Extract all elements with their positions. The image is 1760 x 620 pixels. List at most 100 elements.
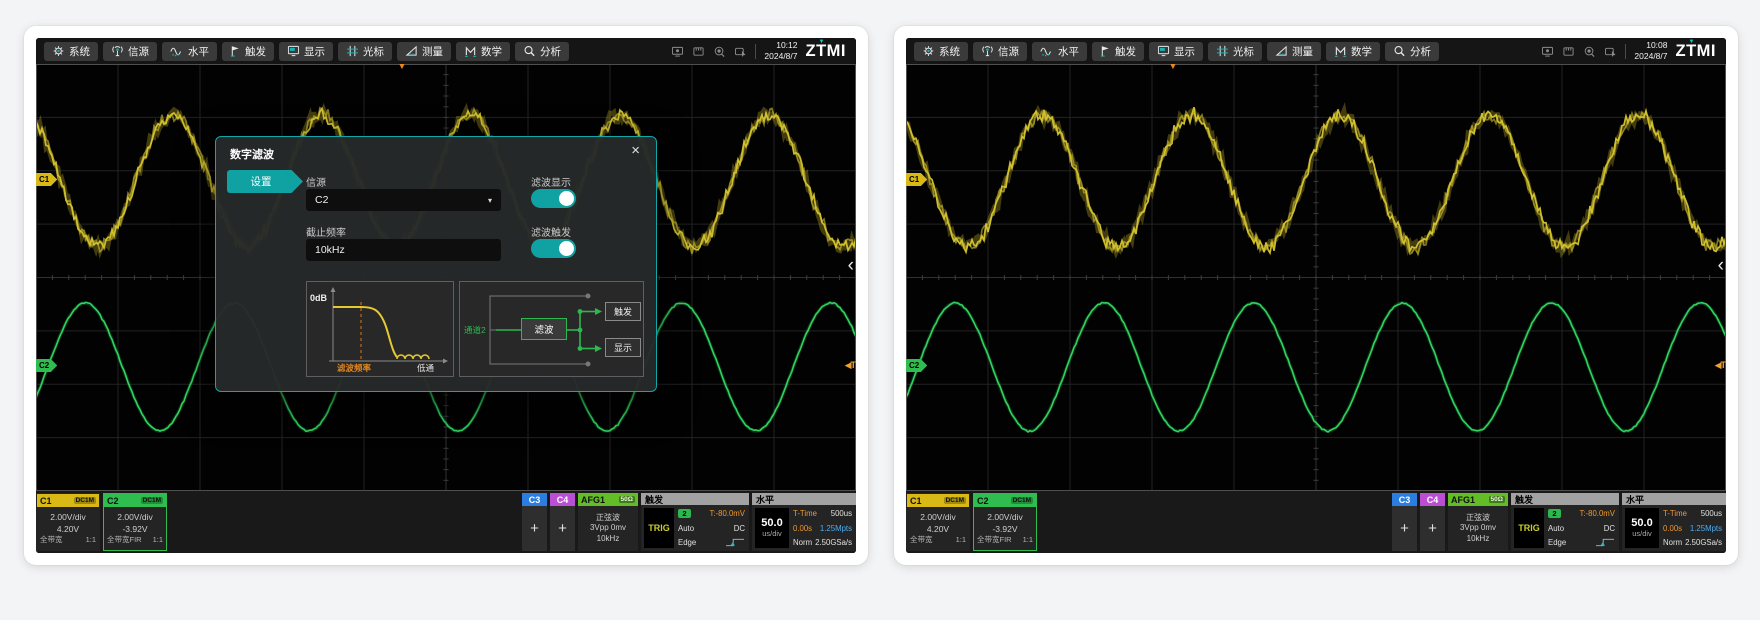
channel-c2-info[interactable]: C2DC1M 2.00V/div -3.92V 全带宽FIR1:1 bbox=[973, 493, 1037, 551]
horizontal-section[interactable]: 水平 50.0 us/div T-Time500us 0.00s1.25Mpts… bbox=[752, 493, 856, 551]
menu-measure-button[interactable]: 测量 bbox=[397, 42, 451, 61]
screen-mirror-icon[interactable] bbox=[671, 46, 684, 57]
divider bbox=[1625, 44, 1626, 59]
c2-name: C2 bbox=[107, 496, 119, 506]
menu-trigger-button[interactable]: 触发 bbox=[222, 42, 274, 61]
magnifier-icon bbox=[523, 45, 536, 57]
menu-measure-button[interactable]: 测量 bbox=[1267, 42, 1321, 61]
menu-horizontal-button[interactable]: 水平 bbox=[162, 42, 217, 61]
afg-waveform: 正弦波 bbox=[596, 513, 620, 523]
trigger-level-marker[interactable]: ◀T bbox=[1715, 360, 1725, 371]
cutoff-input[interactable]: 10kHz bbox=[306, 239, 501, 261]
top-menu-bar: 系统 信源 水平 触发 显示 光标 测量 数学 分析 10:08 2024 bbox=[906, 38, 1726, 64]
c4-name: C4 bbox=[550, 493, 575, 506]
menu-analysis-button[interactable]: 分析 bbox=[515, 42, 569, 61]
c2-scale: 2.00V/div bbox=[987, 512, 1022, 523]
trigger-level-marker[interactable]: ◀T bbox=[845, 360, 855, 371]
ttime-label: T-Time bbox=[1663, 509, 1687, 518]
channel-c4-add[interactable]: C4+ bbox=[1420, 493, 1445, 551]
flow-trigger-button[interactable]: 触发 bbox=[605, 302, 641, 321]
flow-display-button[interactable]: 显示 bbox=[605, 338, 641, 357]
afg1-info[interactable]: AFG150Ω 正弦波 3Vpp 0mv 10kHz bbox=[578, 493, 638, 551]
menu-analysis-button[interactable]: 分析 bbox=[1385, 42, 1439, 61]
cutoff-value: 10kHz bbox=[315, 244, 345, 256]
channel-c1-info[interactable]: C1DC1M 2.00V/div 4.20V 全带宽1:1 bbox=[36, 493, 100, 551]
menu-horizontal-button[interactable]: 水平 bbox=[1032, 42, 1087, 61]
date: 2024/8/7 bbox=[764, 51, 797, 62]
menu-source-button[interactable]: 信源 bbox=[103, 42, 157, 61]
trigger-section[interactable]: 触发 TRIG 2T:-80.0mV AutoDC Edge bbox=[1511, 493, 1619, 551]
storage-icon[interactable] bbox=[692, 46, 705, 57]
c2-bandwidth: 全带宽FIR bbox=[107, 535, 142, 544]
menu-source-button[interactable]: 信源 bbox=[973, 42, 1027, 61]
source-dropdown[interactable]: C2▾ bbox=[306, 189, 501, 211]
add-channel-icon[interactable]: + bbox=[1392, 506, 1417, 551]
magnifier-icon bbox=[1393, 45, 1406, 57]
c2-scale: 2.00V/div bbox=[117, 512, 152, 523]
toggle-knob bbox=[559, 241, 574, 256]
c1-offset: 4.20V bbox=[57, 524, 79, 535]
c4-name: C4 bbox=[1420, 493, 1445, 506]
menu-display-button[interactable]: 显示 bbox=[279, 42, 333, 61]
filter-response-diagram: 0dB 滤波频率 低通 bbox=[306, 281, 454, 377]
timebase-box: 50.0 us/div bbox=[755, 508, 789, 548]
filter-display-toggle[interactable] bbox=[531, 189, 576, 208]
c1-bandwidth: 全带宽 bbox=[910, 535, 933, 544]
filter-trigger-toggle[interactable] bbox=[531, 239, 576, 258]
channel-c2-info[interactable]: C2DC1M 2.00V/div -3.92V 全带宽FIR1:1 bbox=[103, 493, 167, 551]
menu-display-button[interactable]: 显示 bbox=[1149, 42, 1203, 61]
flag-icon bbox=[230, 45, 241, 57]
afg-load-badge: 50Ω bbox=[619, 496, 635, 503]
menu-math-button[interactable]: 数学 bbox=[1326, 42, 1380, 61]
delay-value: 0.00s bbox=[793, 524, 812, 533]
afg-load-badge: 50Ω bbox=[1489, 496, 1505, 503]
add-channel-icon[interactable]: + bbox=[1420, 506, 1445, 551]
menu-label: 数学 bbox=[1351, 44, 1372, 59]
gesture-icon[interactable] bbox=[734, 46, 747, 57]
menu-system-button[interactable]: 系统 bbox=[914, 42, 968, 61]
divider bbox=[755, 44, 756, 59]
storage-icon[interactable] bbox=[1562, 46, 1575, 57]
afg-frequency: 10kHz bbox=[1467, 534, 1490, 544]
date: 2024/8/7 bbox=[1634, 51, 1667, 62]
channel-c4-add[interactable]: C4+ bbox=[550, 493, 575, 551]
close-icon[interactable]: × bbox=[625, 141, 646, 160]
afg1-info[interactable]: AFG150Ω 正弦波 3Vpp 0mv 10kHz bbox=[1448, 493, 1508, 551]
network-touch-icon[interactable] bbox=[713, 46, 726, 57]
logo-accent-triangle: ▼ bbox=[1689, 39, 1695, 45]
tab-settings[interactable]: 设置 bbox=[227, 170, 303, 193]
horizontal-section[interactable]: 水平 50.0 us/div T-Time500us 0.00s1.25Mpts… bbox=[1622, 493, 1726, 551]
memory-depth: 1.25Mpts bbox=[1690, 524, 1722, 533]
add-channel-icon[interactable]: + bbox=[550, 506, 575, 551]
ttime-label: T-Time bbox=[793, 509, 817, 518]
menu-label: 水平 bbox=[1058, 44, 1079, 59]
trigger-coupling: DC bbox=[1604, 524, 1615, 533]
c3-name: C3 bbox=[1392, 493, 1417, 506]
digital-filter-dialog: 数字滤波 × 设置 信源 C2▾ 滤波显示 截止频率 10kHz 滤波触发 bbox=[215, 136, 657, 392]
screen-mirror-icon[interactable] bbox=[1541, 46, 1554, 57]
trig-indicator: TRIG bbox=[644, 508, 674, 548]
side-panel-collapse-arrow[interactable]: ‹ bbox=[1718, 256, 1724, 275]
brand-logo: ZTMI▼ bbox=[1676, 43, 1717, 60]
menu-math-button[interactable]: 数学 bbox=[456, 42, 510, 61]
c1-scale: 2.00V/div bbox=[920, 512, 955, 523]
gesture-icon[interactable] bbox=[1604, 46, 1617, 57]
trigger-coupling: DC bbox=[734, 524, 745, 533]
channel-c1-info[interactable]: C1DC1M 2.00V/div 4.20V 全带宽1:1 bbox=[906, 493, 970, 551]
menu-cursor-button[interactable]: 光标 bbox=[1208, 42, 1262, 61]
menu-cursor-button[interactable]: 光标 bbox=[338, 42, 392, 61]
menu-label: 触发 bbox=[245, 44, 266, 59]
c1-offset: 4.20V bbox=[927, 524, 949, 535]
menu-trigger-button[interactable]: 触发 bbox=[1092, 42, 1144, 61]
channel-c3-add[interactable]: C3+ bbox=[1392, 493, 1417, 551]
network-touch-icon[interactable] bbox=[1583, 46, 1596, 57]
menu-label: 显示 bbox=[1174, 44, 1195, 59]
trig-indicator: TRIG bbox=[1514, 508, 1544, 548]
menu-system-button[interactable]: 系统 bbox=[44, 42, 98, 61]
trigger-section[interactable]: 触发 TRIG 2T:-80.0mV AutoDC Edge bbox=[641, 493, 749, 551]
channel-c3-add[interactable]: C3+ bbox=[522, 493, 547, 551]
add-channel-icon[interactable]: + bbox=[522, 506, 547, 551]
scope-panel-right: 系统 信源 水平 触发 显示 光标 测量 数学 分析 10:08 2024 bbox=[894, 26, 1738, 565]
c2-probe: 1:1 bbox=[1023, 535, 1033, 544]
side-panel-collapse-arrow[interactable]: ‹ bbox=[848, 256, 854, 275]
